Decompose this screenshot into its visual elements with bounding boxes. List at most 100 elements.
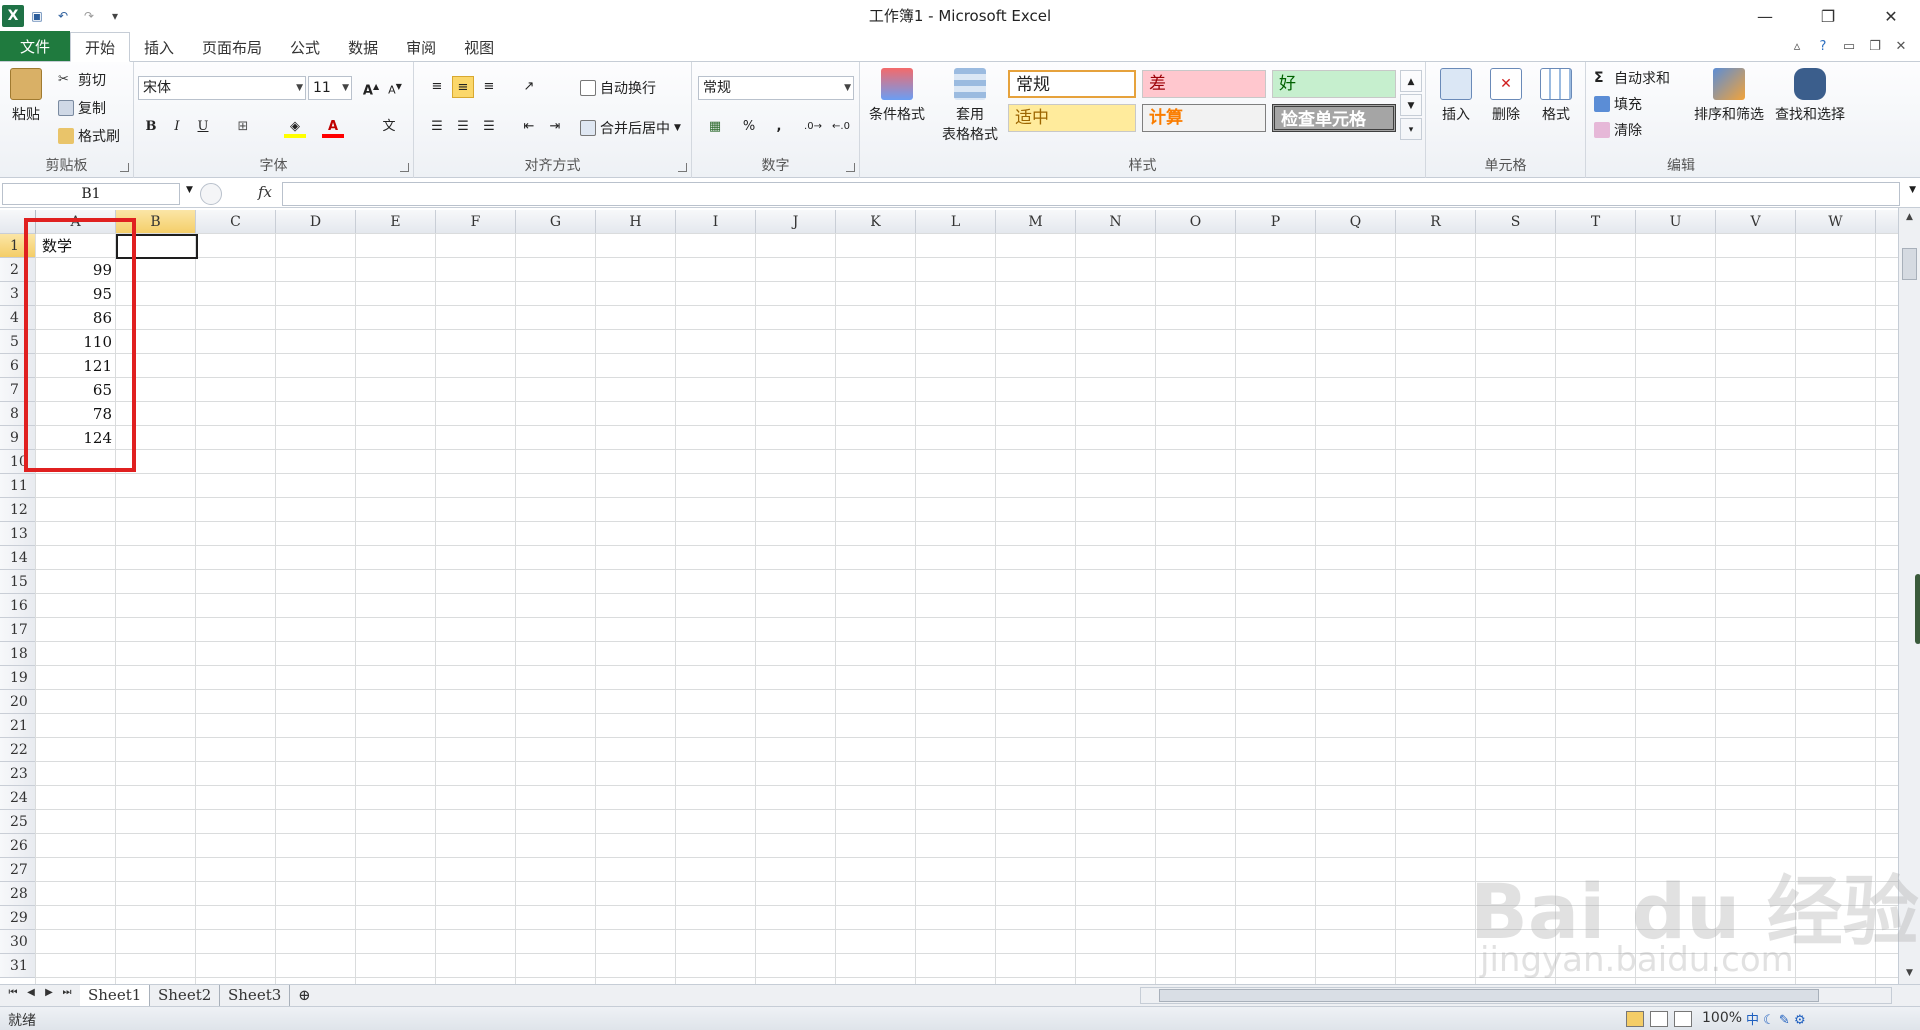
column-header-J[interactable]: J	[756, 210, 836, 234]
expand-formula-bar-icon[interactable]: ▼	[1909, 185, 1916, 195]
tab-formulas[interactable]: 公式	[276, 33, 334, 61]
conditional-format-button[interactable]: 条件格式	[864, 68, 930, 124]
autosum-button[interactable]: Σ 自动求和	[1594, 68, 1670, 88]
borders-icon[interactable]: ⊞	[232, 116, 254, 138]
row-header-22[interactable]: 22	[0, 738, 36, 762]
styles-scroll-up-icon[interactable]: ▲	[1400, 70, 1422, 92]
align-left-icon[interactable]: ☰	[426, 116, 448, 138]
name-box-dropdown-icon[interactable]: ▼	[186, 185, 193, 195]
shrink-font-button[interactable]: A▼	[384, 76, 406, 98]
scroll-up-icon[interactable]: ▲	[1899, 208, 1920, 226]
row-header-24[interactable]: 24	[0, 786, 36, 810]
orientation-icon[interactable]: ↗	[518, 76, 540, 98]
number-format-combo[interactable]: 常规 ▼	[698, 76, 854, 100]
column-header-V[interactable]: V	[1716, 210, 1796, 234]
sheet-tab-2[interactable]: Sheet2	[150, 985, 221, 1006]
tab-insert[interactable]: 插入	[130, 33, 188, 61]
sheet-tab-3[interactable]: Sheet3	[220, 985, 291, 1006]
row-header-25[interactable]: 25	[0, 810, 36, 834]
format-painter-button[interactable]: 格式刷	[58, 126, 120, 146]
column-header-D[interactable]: D	[276, 210, 356, 234]
ime-toolbar-icon[interactable]: 中 ☾ ✎ ⚙	[1746, 1009, 1806, 1028]
copy-button[interactable]: 复制	[58, 98, 106, 118]
doc-close-icon[interactable]: ✕	[1888, 39, 1914, 54]
column-header-P[interactable]: P	[1236, 210, 1316, 234]
delete-cells-button[interactable]: ✕ 删除	[1482, 68, 1530, 124]
find-select-button[interactable]: 查找和选择	[1770, 68, 1850, 124]
style-neutral[interactable]: 适中	[1008, 104, 1136, 132]
styles-scroll-down-icon[interactable]: ▼	[1400, 94, 1422, 116]
row-header-31[interactable]: 31	[0, 954, 36, 978]
column-header-N[interactable]: N	[1076, 210, 1156, 234]
sheet-tab-1[interactable]: Sheet1	[80, 985, 151, 1006]
row-header-19[interactable]: 19	[0, 666, 36, 690]
page-break-view-icon[interactable]	[1674, 1011, 1692, 1027]
row-header-16[interactable]: 16	[0, 594, 36, 618]
column-header-S[interactable]: S	[1476, 210, 1556, 234]
row-header-12[interactable]: 12	[0, 498, 36, 522]
formula-options-icon[interactable]	[200, 183, 222, 205]
align-center-icon[interactable]: ☰	[452, 116, 474, 138]
page-layout-view-icon[interactable]	[1650, 1011, 1668, 1027]
style-check-cell[interactable]: 检查单元格	[1272, 104, 1396, 132]
row-header-27[interactable]: 27	[0, 858, 36, 882]
first-sheet-icon[interactable]: ⏮	[6, 987, 20, 998]
column-header-L[interactable]: L	[916, 210, 996, 234]
clear-button[interactable]: 清除	[1594, 120, 1642, 140]
comma-button[interactable]: ,	[768, 116, 790, 138]
help-icon[interactable]: ?	[1810, 39, 1836, 54]
column-header-Q[interactable]: Q	[1316, 210, 1396, 234]
align-top-icon[interactable]: ≡	[426, 76, 448, 98]
fill-color-icon[interactable]: ◈	[284, 116, 306, 138]
row-header-29[interactable]: 29	[0, 906, 36, 930]
bold-button[interactable]: B	[140, 116, 162, 138]
increase-decimal-icon[interactable]: .0→	[802, 116, 824, 138]
tab-page-layout[interactable]: 页面布局	[188, 33, 276, 61]
column-header-M[interactable]: M	[996, 210, 1076, 234]
row-header-26[interactable]: 26	[0, 834, 36, 858]
scroll-down-icon[interactable]: ▼	[1899, 964, 1920, 982]
column-header-U[interactable]: U	[1636, 210, 1716, 234]
grow-font-button[interactable]: A▲	[360, 76, 382, 98]
row-header-15[interactable]: 15	[0, 570, 36, 594]
style-calculation[interactable]: 计算	[1142, 104, 1266, 132]
minimize-icon[interactable]: —	[1740, 0, 1790, 32]
column-header-C[interactable]: C	[196, 210, 276, 234]
tab-home[interactable]: 开始	[70, 32, 131, 62]
row-header-18[interactable]: 18	[0, 642, 36, 666]
row-header-17[interactable]: 17	[0, 618, 36, 642]
formula-input[interactable]	[282, 182, 1900, 206]
save-icon[interactable]: ▣	[26, 5, 48, 27]
align-bottom-icon[interactable]: ≡	[478, 76, 500, 98]
fill-button[interactable]: 填充	[1594, 94, 1642, 114]
next-sheet-icon[interactable]: ▶	[42, 987, 56, 998]
number-launcher-icon[interactable]	[846, 163, 855, 172]
collapse-ribbon-icon[interactable]: ▵	[1784, 39, 1810, 54]
excel-icon[interactable]: X	[2, 5, 24, 27]
clipboard-launcher-icon[interactable]	[120, 163, 129, 172]
styles-more-icon[interactable]: ▾	[1400, 118, 1422, 140]
horizontal-scrollbar[interactable]	[1140, 987, 1892, 1004]
column-header-E[interactable]: E	[356, 210, 436, 234]
column-header-R[interactable]: R	[1396, 210, 1476, 234]
vertical-scroll-thumb[interactable]	[1902, 248, 1917, 280]
close-icon[interactable]: ✕	[1866, 0, 1916, 32]
undo-icon[interactable]: ↶	[52, 5, 74, 27]
style-good[interactable]: 好	[1272, 70, 1396, 98]
doc-restore-icon[interactable]: ❐	[1862, 39, 1888, 54]
row-header-28[interactable]: 28	[0, 882, 36, 906]
side-handle[interactable]	[1915, 574, 1920, 644]
font-size-combo[interactable]: 11 ▼	[308, 76, 352, 100]
row-header-21[interactable]: 21	[0, 714, 36, 738]
sort-filter-button[interactable]: 排序和筛选	[1690, 68, 1768, 124]
align-right-icon[interactable]: ☰	[478, 116, 500, 138]
alignment-launcher-icon[interactable]	[678, 163, 687, 172]
insert-sheet-icon[interactable]: ⊕	[290, 985, 319, 1006]
column-header-O[interactable]: O	[1156, 210, 1236, 234]
normal-view-icon[interactable]	[1626, 1011, 1644, 1027]
decrease-indent-icon[interactable]: ⇤	[518, 116, 540, 138]
column-header-I[interactable]: I	[676, 210, 756, 234]
underline-button[interactable]: U	[192, 116, 214, 138]
cut-button[interactable]: ✂ 剪切	[58, 70, 106, 90]
restore-icon[interactable]: ❐	[1803, 0, 1853, 32]
